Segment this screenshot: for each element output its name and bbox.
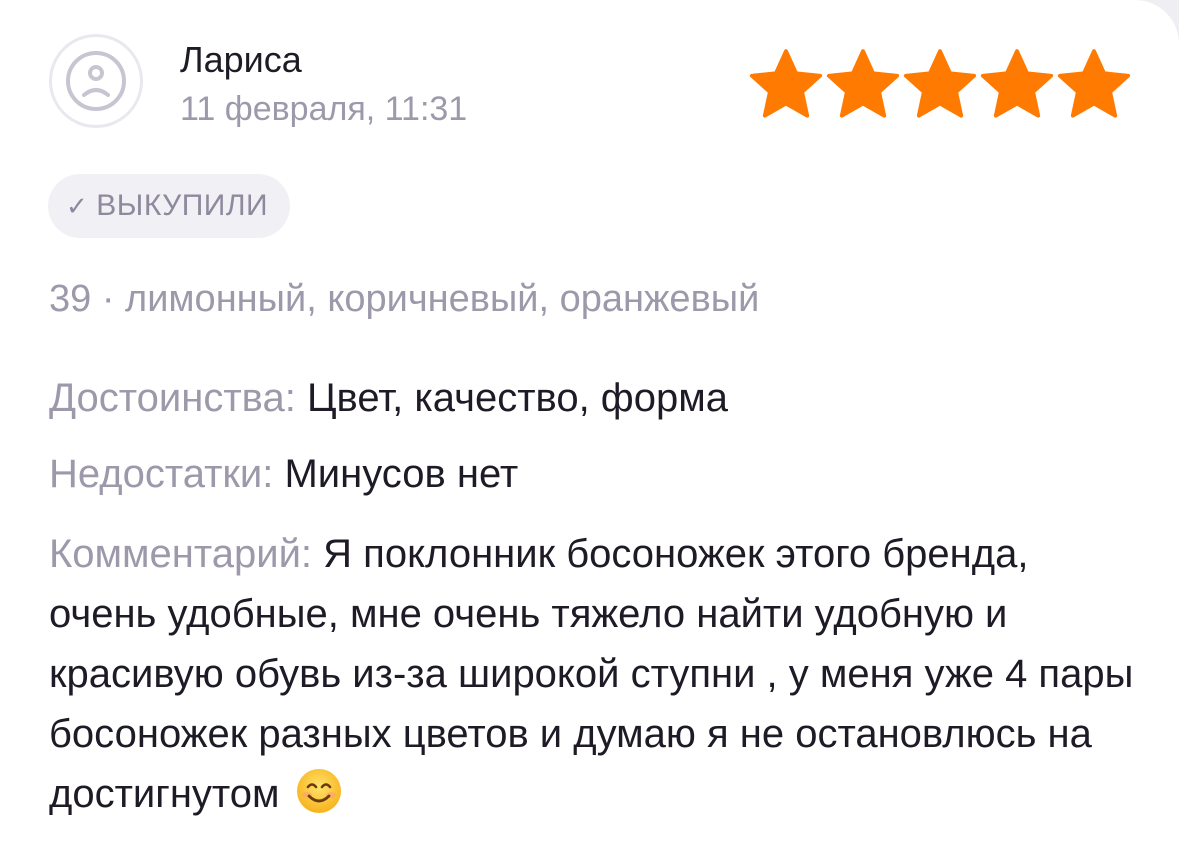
cons-text: Минусов нет [284,452,519,496]
star-icon [1057,49,1131,118]
star-icon [980,49,1054,118]
cons-label: Недостатки: [49,452,274,496]
pros-section: Достоинства: Цвет, качество, форма [49,368,728,428]
comment-label: Комментарий: [49,532,313,576]
rating-stars [748,46,1132,122]
comment-section: Комментарий: Я поклонник босоножек этого… [49,524,1139,824]
review-date: 11 февраля, 11:31 [180,90,468,128]
product-variant: 39 · лимонный, коричневый, оранжевый [49,278,760,320]
check-icon: ✓ [66,190,89,221]
star-icon [903,49,977,118]
author-name: Лариса [180,39,302,80]
pros-label: Достоинства: [49,376,296,420]
purchased-badge: ✓ ВЫКУПИЛИ [48,174,291,238]
star-icon [749,49,823,118]
avatar[interactable] [49,34,143,128]
smiling-face-emoji-icon [296,769,341,813]
pros-text: Цвет, качество, форма [306,376,728,420]
star-icon [826,49,900,118]
sad-face-icon [66,51,126,111]
cons-section: Недостатки: Минусов нет [49,444,518,504]
review-card: Лариса 11 февраля, 11:31 ✓ ВЫКУПИЛИ 39 ·… [0,0,1179,855]
badge-label: ВЫКУПИЛИ [96,189,269,222]
